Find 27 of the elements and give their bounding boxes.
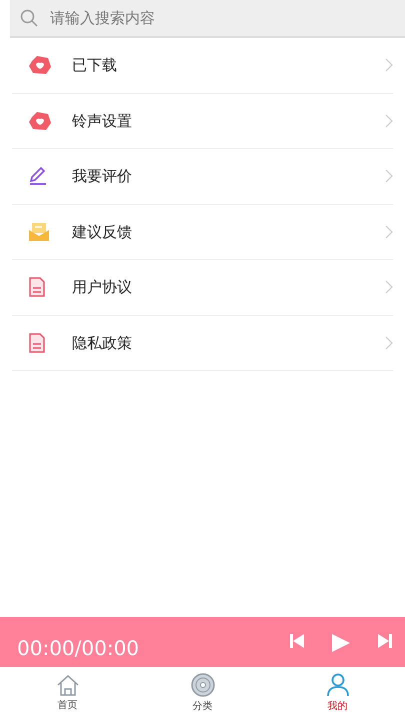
tab[interactable]: 首页 [0, 667, 135, 720]
search-field[interactable]: 请输入搜索内容 [10, 0, 405, 38]
menu-item[interactable]: 铃声设置 [12, 94, 393, 149]
disc-icon [190, 673, 214, 697]
play-icon[interactable] [331, 633, 351, 653]
menu-item[interactable]: 已下载 [12, 38, 393, 94]
menu-item[interactable]: 我要评价 [12, 149, 393, 204]
document-icon [28, 332, 46, 353]
playback-time: 00:00/00:00 [17, 635, 140, 662]
menu-item[interactable]: 用户协议 [12, 260, 393, 316]
pencil-icon [28, 166, 48, 186]
chevron-icon [385, 114, 393, 128]
chevron-icon [385, 169, 393, 184]
chevron-icon [385, 224, 393, 239]
document-icon [28, 277, 46, 298]
user-icon [326, 673, 350, 697]
chevron-icon [385, 336, 393, 350]
next-icon[interactable] [377, 633, 393, 649]
envelope-icon [28, 222, 50, 242]
tab[interactable]: 分类 [135, 667, 270, 720]
home-icon [56, 674, 80, 696]
menu-item[interactable]: 隐私政策 [12, 316, 393, 371]
previous-icon[interactable] [289, 633, 305, 649]
chevron-icon [385, 58, 393, 72]
chevron-icon [385, 280, 393, 294]
tab[interactable]: 我的 [270, 667, 405, 720]
menu-item[interactable]: 建议反馈 [12, 204, 393, 260]
